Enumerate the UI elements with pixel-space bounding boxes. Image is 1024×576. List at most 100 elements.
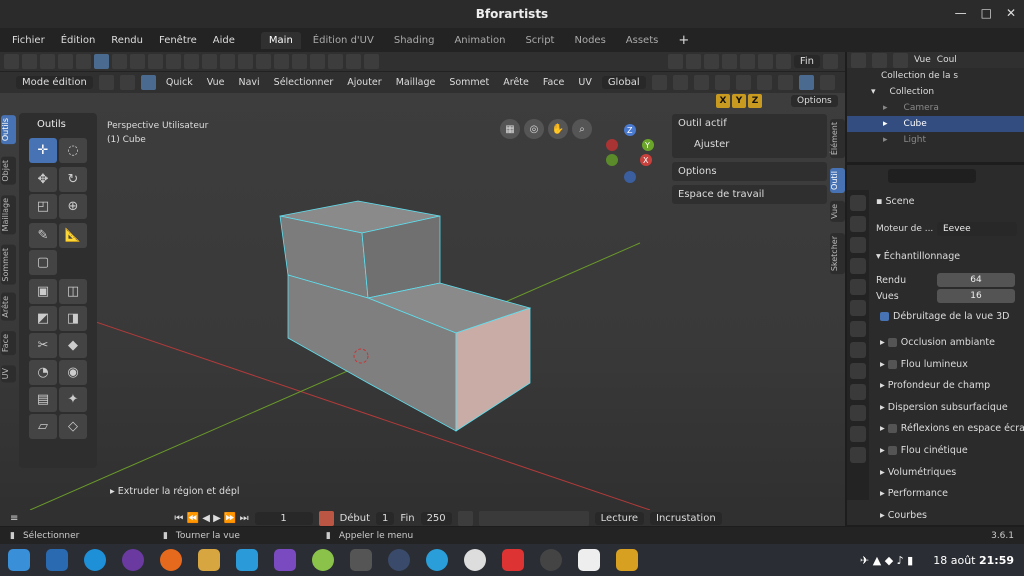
open-file-icon[interactable] (58, 54, 73, 69)
spin-tool-icon[interactable]: ◔ (29, 360, 57, 385)
files-icon[interactable] (46, 549, 68, 571)
move-tool-icon[interactable]: ✥ (29, 167, 57, 192)
end-frame-field[interactable]: 250 (420, 511, 452, 525)
keying-dropdown[interactable]: Incrustation (650, 511, 722, 525)
outliner-row-cube[interactable]: ▸ Cube (847, 116, 1024, 132)
data-props-icon[interactable] (850, 447, 866, 463)
menu-fichier[interactable]: Fichier (6, 33, 51, 48)
keying-icon[interactable] (457, 510, 473, 526)
app-launcher-icon[interactable] (8, 549, 30, 571)
scene-collection-row[interactable]: Collection de la s (847, 68, 1024, 84)
orientation-dropdown[interactable]: Global (601, 76, 646, 89)
options-dropdown[interactable]: Options (791, 95, 838, 107)
grid-icon[interactable] (220, 54, 235, 69)
section-ao[interactable]: ▸ Occlusion ambiante (880, 337, 995, 348)
render-icon[interactable] (721, 54, 737, 69)
import-icon[interactable] (148, 54, 163, 69)
menu-toggle-icon[interactable] (22, 54, 37, 69)
active-tool-title[interactable]: Outil actif (678, 118, 821, 129)
constraints-props-icon[interactable] (850, 426, 866, 442)
lock-icon[interactable] (757, 54, 773, 69)
firefox-icon[interactable] (160, 549, 182, 571)
pivot-icon[interactable] (651, 75, 667, 90)
select-tool-icon[interactable]: ✛ (29, 138, 57, 163)
annotate-tool-icon[interactable]: ✎ (29, 223, 57, 248)
add-workspace-button[interactable]: + (670, 30, 697, 51)
redo-icon[interactable] (685, 54, 701, 69)
cylinder-icon[interactable] (274, 54, 289, 69)
edge-select-icon[interactable] (119, 75, 135, 90)
view-layer-props-icon[interactable] (850, 258, 866, 274)
viewport-samples-field[interactable]: 16 (937, 289, 1015, 303)
keying-set-field[interactable] (478, 510, 589, 526)
outliner-row-camera[interactable]: ▸ Camera (847, 100, 1024, 116)
render-props-icon[interactable] (850, 216, 866, 232)
section-performance[interactable]: ▸ Performance (880, 488, 948, 499)
cone-icon[interactable] (292, 54, 307, 69)
axis-gizmo[interactable]: Z Y X (600, 120, 660, 185)
browser-icon[interactable] (84, 549, 106, 571)
outliner-menu-vue[interactable]: Vue (914, 55, 931, 65)
xray-icon[interactable] (735, 75, 751, 90)
section-sss[interactable]: ▸ Dispersion subsurfacique (880, 402, 1008, 413)
tab-uv[interactable]: UV (1, 365, 16, 383)
loopcut-tool-icon[interactable]: ◨ (59, 306, 87, 331)
playback-dropdown[interactable]: Lecture (594, 511, 645, 525)
grid-view-icon[interactable]: ▦ (500, 119, 520, 139)
axis-x-button[interactable]: X (716, 94, 730, 108)
editor-type-icon[interactable] (4, 54, 19, 69)
edge-slide-tool-icon[interactable]: ▤ (29, 387, 57, 412)
new-file-icon[interactable] (40, 54, 55, 69)
inset-tool-icon[interactable]: ◫ (59, 279, 87, 304)
render-samples-field[interactable]: 64 (937, 273, 1015, 287)
close-icon[interactable]: ✕ (1006, 6, 1016, 20)
physics-props-icon[interactable] (850, 405, 866, 421)
tab-animation[interactable]: Animation (446, 32, 513, 49)
image-viewer-icon[interactable] (502, 549, 524, 571)
shear-tool-icon[interactable]: ▱ (29, 414, 57, 439)
menu-face[interactable]: Face (539, 75, 568, 90)
display-mode-icon[interactable] (872, 52, 887, 68)
tab-face[interactable]: Face (1, 331, 16, 356)
save-as-icon[interactable] (112, 54, 127, 69)
tab-script[interactable]: Script (517, 32, 562, 49)
link-icon[interactable] (775, 54, 791, 69)
tab-vue[interactable]: Vue (830, 201, 845, 222)
scissors-icon[interactable] (350, 549, 372, 571)
face-select-icon[interactable] (140, 75, 156, 90)
measure-tool-icon[interactable]: 📐 (59, 223, 87, 248)
zoom-icon[interactable]: ⌕ (572, 119, 592, 139)
extrude-tool-icon[interactable]: ▣ (29, 279, 57, 304)
save-copy-icon[interactable] (130, 54, 145, 69)
menu-fenetre[interactable]: Fenêtre (153, 33, 203, 48)
pan-hand-icon[interactable]: ✋ (548, 119, 568, 139)
sphere-icon[interactable] (256, 54, 271, 69)
eye-icon[interactable] (328, 54, 343, 69)
menu-quick[interactable]: Quick (162, 75, 197, 90)
scale-tool-icon[interactable]: ◰ (29, 194, 57, 219)
bevel-tool-icon[interactable]: ◩ (29, 306, 57, 331)
outliner-row-collection[interactable]: ▾ Collection (847, 84, 1024, 100)
shrink-tool-icon[interactable]: ✦ (59, 387, 87, 412)
menu-add[interactable]: Ajouter (343, 75, 385, 90)
menu-vertex[interactable]: Sommet (445, 75, 493, 90)
tab-arete[interactable]: Arête (1, 293, 16, 321)
menu-edge[interactable]: Arête (499, 75, 533, 90)
cube-icon[interactable] (184, 54, 199, 69)
vertex-select-icon[interactable] (98, 75, 114, 90)
snap-icon[interactable] (739, 54, 755, 69)
menu-select[interactable]: Sélectionner (270, 75, 338, 90)
outliner-row-light[interactable]: ▸ Light (847, 132, 1024, 148)
tor-icon[interactable] (122, 549, 144, 571)
calendar-icon[interactable] (578, 549, 600, 571)
shading-solid-icon[interactable] (798, 75, 814, 90)
sampling-section-header[interactable]: ▾ Échantillonnage (876, 251, 960, 262)
menu-vue[interactable]: Vue (203, 75, 229, 90)
overlay-icon[interactable] (756, 75, 772, 90)
section-bloom[interactable]: ▸ Flou lumineux (880, 359, 968, 370)
tab-uv-editing[interactable]: Édition d'UV (305, 32, 382, 49)
save-icon[interactable] (94, 54, 109, 69)
fin-button[interactable]: Fin (793, 55, 820, 68)
tab-main[interactable]: Main (260, 31, 301, 49)
tab-assets[interactable]: Assets (618, 32, 667, 49)
